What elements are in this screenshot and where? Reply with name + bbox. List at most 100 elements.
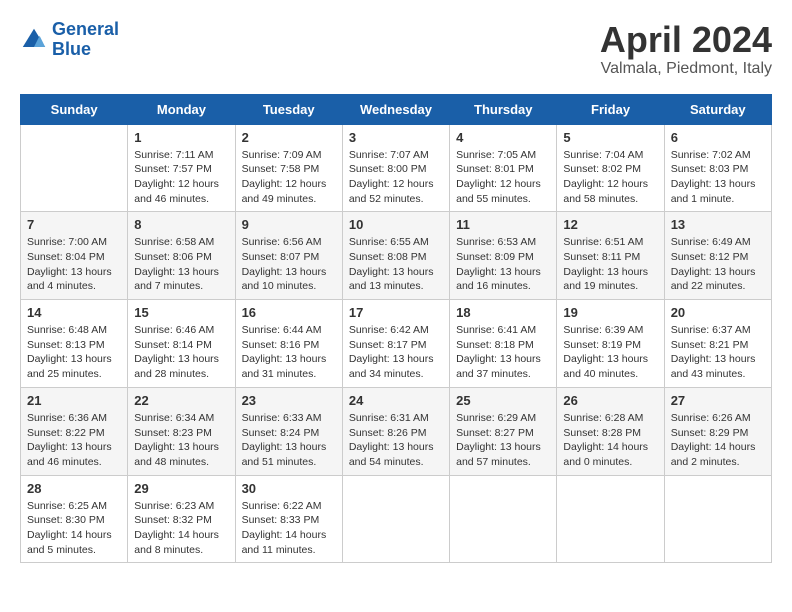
day-of-week-header: Friday [557,94,664,124]
day-info: Sunrise: 7:02 AM Sunset: 8:03 PM Dayligh… [671,148,765,207]
calendar-cell: 29Sunrise: 6:23 AM Sunset: 8:32 PM Dayli… [128,475,235,563]
day-number: 12 [563,217,657,232]
calendar-cell: 28Sunrise: 6:25 AM Sunset: 8:30 PM Dayli… [21,475,128,563]
day-info: Sunrise: 6:31 AM Sunset: 8:26 PM Dayligh… [349,411,443,470]
day-number: 4 [456,130,550,145]
calendar-week-row: 28Sunrise: 6:25 AM Sunset: 8:30 PM Dayli… [21,475,772,563]
calendar-cell: 27 Sunrise: 6:26 AM Sunset: 8:29 PM Dayli… [664,387,771,475]
day-number: 25 [456,393,550,408]
day-number: 13 [671,217,765,232]
title-block: April 2024 Valmala, Piedmont, Italy [600,20,772,78]
day-info: Sunrise: 6:33 AM Sunset: 8:24 PM Dayligh… [242,411,336,470]
calendar-cell: 22 Sunrise: 6:34 AM Sunset: 8:23 PM Dayli… [128,387,235,475]
day-info: Sunrise: 6:55 AM Sunset: 8:08 PM Dayligh… [349,235,443,294]
day-number: 23 [242,393,336,408]
day-info: Sunrise: 6:58 AM Sunset: 8:06 PM Dayligh… [134,235,228,294]
calendar-cell: 14 Sunrise: 6:48 AM Sunset: 8:13 PM Dayli… [21,300,128,388]
day-of-week-header: Saturday [664,94,771,124]
calendar-cell [342,475,449,563]
day-number: 6 [671,130,765,145]
day-info: Sunrise: 6:36 AM Sunset: 8:22 PM Dayligh… [27,411,121,470]
calendar-cell: 25 Sunrise: 6:29 AM Sunset: 8:27 PM Dayli… [450,387,557,475]
day-number: 10 [349,217,443,232]
day-of-week-header: Monday [128,94,235,124]
logo-text: General Blue [52,20,119,60]
logo: General Blue [20,20,119,60]
day-number: 14 [27,305,121,320]
calendar-cell: 24Sunrise: 6:31 AM Sunset: 8:26 PM Dayli… [342,387,449,475]
day-info: Sunrise: 6:37 AM Sunset: 8:21 PM Dayligh… [671,323,765,382]
calendar-week-row: 7 Sunrise: 7:00 AM Sunset: 8:04 PM Daylig… [21,212,772,300]
calendar-cell: 20 Sunrise: 6:37 AM Sunset: 8:21 PM Dayli… [664,300,771,388]
day-number: 3 [349,130,443,145]
day-of-week-header: Wednesday [342,94,449,124]
calendar-cell: 30 Sunrise: 6:22 AM Sunset: 8:33 PM Dayli… [235,475,342,563]
calendar-cell [450,475,557,563]
location: Valmala, Piedmont, Italy [600,60,772,78]
day-info: Sunrise: 6:23 AM Sunset: 8:32 PM Dayligh… [134,499,228,558]
calendar-cell: 21 Sunrise: 6:36 AM Sunset: 8:22 PM Dayli… [21,387,128,475]
day-number: 28 [27,481,121,496]
calendar-cell: 12 Sunrise: 6:51 AM Sunset: 8:11 PM Dayli… [557,212,664,300]
day-number: 21 [27,393,121,408]
calendar-cell: 1 Sunrise: 7:11 AM Sunset: 7:57 PM Daylig… [128,124,235,212]
calendar-week-row: 14 Sunrise: 6:48 AM Sunset: 8:13 PM Dayli… [21,300,772,388]
day-info: Sunrise: 6:34 AM Sunset: 8:23 PM Dayligh… [134,411,228,470]
day-info: Sunrise: 6:46 AM Sunset: 8:14 PM Dayligh… [134,323,228,382]
day-number: 11 [456,217,550,232]
day-info: Sunrise: 6:29 AM Sunset: 8:27 PM Dayligh… [456,411,550,470]
day-info: Sunrise: 7:00 AM Sunset: 8:04 PM Dayligh… [27,235,121,294]
day-number: 26 [563,393,657,408]
day-number: 18 [456,305,550,320]
calendar-cell: 16 Sunrise: 6:44 AM Sunset: 8:16 PM Dayli… [235,300,342,388]
days-header-row: SundayMondayTuesdayWednesdayThursdayFrid… [21,94,772,124]
calendar-week-row: 1 Sunrise: 7:11 AM Sunset: 7:57 PM Daylig… [21,124,772,212]
calendar-cell: 23 Sunrise: 6:33 AM Sunset: 8:24 PM Dayli… [235,387,342,475]
day-number: 9 [242,217,336,232]
day-info: Sunrise: 6:49 AM Sunset: 8:12 PM Dayligh… [671,235,765,294]
day-number: 15 [134,305,228,320]
day-info: Sunrise: 6:48 AM Sunset: 8:13 PM Dayligh… [27,323,121,382]
day-info: Sunrise: 7:05 AM Sunset: 8:01 PM Dayligh… [456,148,550,207]
calendar-cell: 3 Sunrise: 7:07 AM Sunset: 8:00 PM Daylig… [342,124,449,212]
day-number: 27 [671,393,765,408]
day-info: Sunrise: 6:56 AM Sunset: 8:07 PM Dayligh… [242,235,336,294]
day-info: Sunrise: 6:42 AM Sunset: 8:17 PM Dayligh… [349,323,443,382]
calendar-cell: 2Sunrise: 7:09 AM Sunset: 7:58 PM Daylig… [235,124,342,212]
day-info: Sunrise: 7:07 AM Sunset: 8:00 PM Dayligh… [349,148,443,207]
day-info: Sunrise: 6:22 AM Sunset: 8:33 PM Dayligh… [242,499,336,558]
day-info: Sunrise: 6:44 AM Sunset: 8:16 PM Dayligh… [242,323,336,382]
day-number: 30 [242,481,336,496]
day-info: Sunrise: 6:41 AM Sunset: 8:18 PM Dayligh… [456,323,550,382]
day-info: Sunrise: 7:11 AM Sunset: 7:57 PM Dayligh… [134,148,228,207]
calendar-cell: 18 Sunrise: 6:41 AM Sunset: 8:18 PM Dayli… [450,300,557,388]
day-info: Sunrise: 6:26 AM Sunset: 8:29 PM Dayligh… [671,411,765,470]
page-header: General Blue April 2024 Valmala, Piedmon… [20,20,772,78]
day-number: 5 [563,130,657,145]
day-number: 16 [242,305,336,320]
logo-icon [20,26,48,54]
calendar-cell: 26 Sunrise: 6:28 AM Sunset: 8:28 PM Dayli… [557,387,664,475]
calendar-cell [557,475,664,563]
calendar-cell: 7 Sunrise: 7:00 AM Sunset: 8:04 PM Daylig… [21,212,128,300]
day-number: 7 [27,217,121,232]
calendar-cell [21,124,128,212]
day-info: Sunrise: 6:39 AM Sunset: 8:19 PM Dayligh… [563,323,657,382]
day-info: Sunrise: 6:53 AM Sunset: 8:09 PM Dayligh… [456,235,550,294]
day-number: 22 [134,393,228,408]
day-info: Sunrise: 7:09 AM Sunset: 7:58 PM Dayligh… [242,148,336,207]
day-number: 19 [563,305,657,320]
day-info: Sunrise: 6:28 AM Sunset: 8:28 PM Dayligh… [563,411,657,470]
month-title: April 2024 [600,20,772,60]
day-info: Sunrise: 6:51 AM Sunset: 8:11 PM Dayligh… [563,235,657,294]
day-number: 20 [671,305,765,320]
calendar-cell: 5 Sunrise: 7:04 AM Sunset: 8:02 PM Daylig… [557,124,664,212]
calendar-cell: 13 Sunrise: 6:49 AM Sunset: 8:12 PM Dayli… [664,212,771,300]
day-of-week-header: Sunday [21,94,128,124]
calendar-cell: 8Sunrise: 6:58 AM Sunset: 8:06 PM Daylig… [128,212,235,300]
calendar-cell: 15 Sunrise: 6:46 AM Sunset: 8:14 PM Dayli… [128,300,235,388]
day-info: Sunrise: 7:04 AM Sunset: 8:02 PM Dayligh… [563,148,657,207]
calendar-table: SundayMondayTuesdayWednesdayThursdayFrid… [20,94,772,564]
calendar-cell: 9 Sunrise: 6:56 AM Sunset: 8:07 PM Daylig… [235,212,342,300]
day-number: 1 [134,130,228,145]
